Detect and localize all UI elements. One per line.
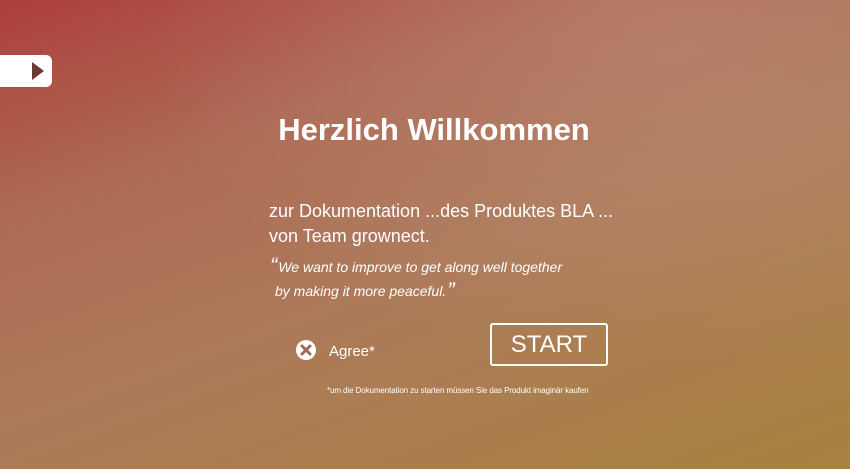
open-quote-mark: “: [270, 253, 278, 278]
subtitle-line-1: zur Dokumentation ...des Produktes BLA .…: [269, 201, 614, 221]
play-arrow-icon: [32, 62, 44, 80]
quote-text-2: by making it more peaceful.: [275, 283, 447, 299]
quote-text-1: We want to improve to get along well tog…: [278, 259, 563, 275]
agree-label: Agree*: [329, 343, 375, 360]
welcome-subtitle: zur Dokumentation ...des Produktes BLA .…: [269, 199, 613, 249]
start-button[interactable]: START: [490, 323, 608, 366]
subtitle-line-2: von Team grownect.: [269, 226, 430, 246]
x-circle-icon[interactable]: [296, 339, 316, 360]
close-quote-mark: ”: [447, 278, 455, 303]
side-menu-toggle-button[interactable]: [0, 55, 52, 87]
quote-line-2: by making it more peaceful.”: [270, 279, 562, 303]
motto-quote: “We want to improve to get along well to…: [270, 255, 562, 303]
agree-checkbox[interactable]: Agree*: [296, 339, 375, 360]
quote-line-1: “We want to improve to get along well to…: [270, 255, 562, 279]
purchase-footnote: *um die Dokumentation zu starten müssen …: [327, 386, 589, 395]
welcome-title: Herzlich Willkommen: [278, 112, 590, 147]
